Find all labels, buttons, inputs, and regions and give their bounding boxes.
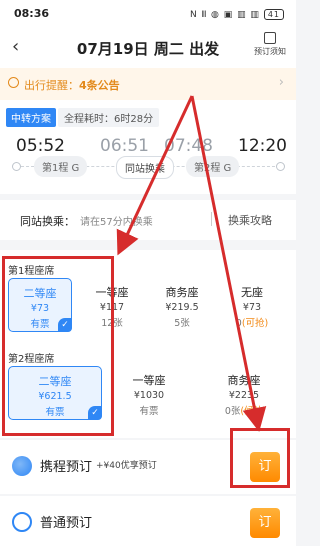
annotation-arrows	[116, 95, 267, 432]
arrow-to-order	[190, 95, 267, 432]
arrow-to-seats	[116, 95, 194, 256]
